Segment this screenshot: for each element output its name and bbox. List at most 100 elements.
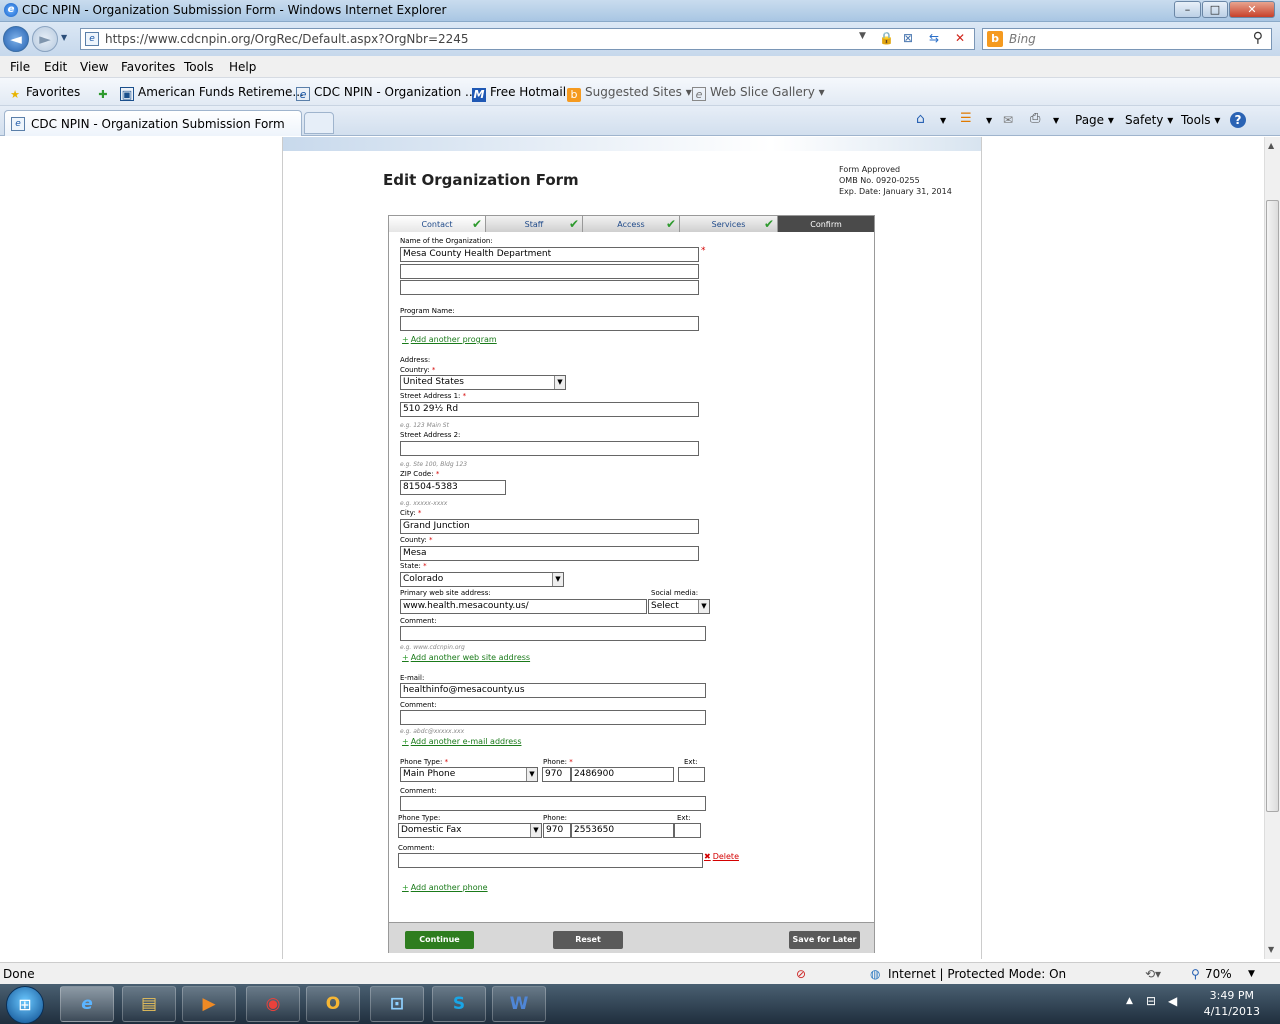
county-input[interactable]: Mesa bbox=[400, 546, 699, 561]
phone1-area-input[interactable]: 970 bbox=[542, 767, 571, 782]
social-media-select[interactable]: Select ▼ bbox=[648, 599, 710, 614]
forward-button[interactable]: ► bbox=[32, 26, 58, 52]
phone2-area-input[interactable]: 970 bbox=[543, 823, 571, 838]
volume-icon[interactable]: ◀ bbox=[1168, 994, 1177, 1008]
phone1-type-select[interactable]: Main Phone ▼ bbox=[400, 767, 538, 782]
phone1-ext-input[interactable] bbox=[678, 767, 705, 782]
menu-favorites[interactable]: Favorites bbox=[121, 60, 175, 74]
org-name-input-3[interactable] bbox=[400, 280, 699, 295]
continue-button[interactable]: Continue bbox=[405, 931, 474, 949]
step-confirm[interactable]: Confirm bbox=[778, 216, 874, 232]
suggested-sites-button[interactable]: b Suggested Sites ▾ bbox=[567, 85, 692, 102]
lock-icon[interactable]: 🔒 bbox=[879, 31, 894, 45]
city-input[interactable]: Grand Junction bbox=[400, 519, 699, 534]
search-icon[interactable]: ⚲ bbox=[1253, 30, 1263, 46]
back-button[interactable]: ◄ bbox=[3, 26, 29, 52]
menu-edit[interactable]: Edit bbox=[44, 60, 67, 74]
phone1-number-input[interactable]: 2486900 bbox=[571, 767, 674, 782]
zoom-level[interactable]: 70% bbox=[1205, 967, 1232, 981]
popup-blocker-icon[interactable]: ⊘ bbox=[796, 967, 806, 981]
new-tab-button[interactable] bbox=[304, 112, 334, 134]
print-dropdown-icon[interactable]: ▼ bbox=[1053, 116, 1059, 125]
taskbar-ie-icon[interactable]: e bbox=[60, 986, 114, 1022]
stop-icon[interactable]: ✕ bbox=[955, 31, 965, 45]
refresh-icon[interactable]: ⇆ bbox=[929, 31, 939, 45]
phone2-ext-input[interactable] bbox=[674, 823, 701, 838]
home-icon[interactable]: ⌂ bbox=[916, 111, 925, 127]
org-name-input-2[interactable] bbox=[400, 264, 699, 279]
favorite-cdc-npin[interactable]: e CDC NPIN - Organization ... bbox=[296, 85, 476, 101]
delete-phone-link[interactable]: ✖ Delete bbox=[704, 852, 739, 861]
compatibility-icon[interactable]: ⊠ bbox=[903, 31, 913, 45]
tools-menu[interactable]: Tools ▾ bbox=[1181, 113, 1220, 127]
rss-dropdown-icon[interactable]: ▼ bbox=[986, 116, 992, 125]
show-hidden-icons-icon[interactable]: ▲ bbox=[1126, 996, 1133, 1006]
maximize-button[interactable]: □ bbox=[1202, 1, 1228, 18]
vertical-scrollbar[interactable]: ▲ ▼ bbox=[1264, 137, 1280, 959]
rss-icon[interactable]: ☰ bbox=[960, 111, 972, 126]
clock[interactable]: 3:49 PM 4/11/2013 bbox=[1204, 988, 1260, 1020]
phone2-number-input[interactable]: 2553650 bbox=[571, 823, 674, 838]
step-services[interactable]: Services ✔ bbox=[680, 216, 778, 232]
phone1-comment-input[interactable] bbox=[400, 796, 706, 811]
street2-input[interactable] bbox=[400, 441, 699, 456]
country-select[interactable]: United States ▼ bbox=[400, 375, 566, 390]
menu-tools[interactable]: Tools bbox=[184, 60, 214, 74]
address-bar[interactable]: e https://www.cdcnpin.org/OrgRec/Default… bbox=[80, 28, 975, 50]
reset-button[interactable]: Reset bbox=[553, 931, 623, 949]
org-name-input-1[interactable]: Mesa County Health Department bbox=[400, 247, 699, 262]
network-icon[interactable]: ⊟ bbox=[1146, 994, 1156, 1008]
add-favorites-icon[interactable]: ✚ bbox=[96, 85, 114, 102]
taskbar-outlook-icon[interactable]: O bbox=[306, 986, 360, 1022]
minimize-button[interactable]: – bbox=[1174, 1, 1201, 18]
help-icon[interactable]: ? bbox=[1230, 112, 1246, 128]
step-staff[interactable]: Staff ✔ bbox=[486, 216, 583, 232]
home-dropdown-icon[interactable]: ▼ bbox=[940, 116, 946, 125]
search-box[interactable]: b Bing ⚲ bbox=[982, 28, 1272, 50]
phone2-type-select[interactable]: Domestic Fax ▼ bbox=[398, 823, 542, 838]
add-program-link[interactable]: + Add another program bbox=[402, 335, 497, 344]
taskbar-skype-icon[interactable]: S bbox=[432, 986, 486, 1022]
favorites-button[interactable]: ★ Favorites bbox=[8, 85, 80, 102]
zip-input[interactable]: 81504-5383 bbox=[400, 480, 506, 495]
favorite-american-funds[interactable]: ▣ American Funds Retireme... bbox=[120, 85, 304, 101]
add-email-link[interactable]: + Add another e-mail address bbox=[402, 737, 521, 746]
taskbar-media-player-icon[interactable]: ▶ bbox=[182, 986, 236, 1022]
save-for-later-button[interactable]: Save for Later bbox=[789, 931, 860, 949]
menu-file[interactable]: File bbox=[10, 60, 30, 74]
menu-help[interactable]: Help bbox=[229, 60, 256, 74]
add-website-link[interactable]: + Add another web site address bbox=[402, 653, 530, 662]
safety-menu[interactable]: Safety ▾ bbox=[1125, 113, 1173, 127]
favorite-free-hotmail[interactable]: M Free Hotmail bbox=[472, 85, 566, 102]
zoom-dropdown-icon[interactable]: ▼ bbox=[1248, 969, 1255, 979]
security-zone-text[interactable]: Internet | Protected Mode: On bbox=[888, 967, 1066, 981]
window-title-bar[interactable]: e CDC NPIN - Organization Submission For… bbox=[0, 0, 1280, 22]
taskbar-explorer-icon[interactable]: ▤ bbox=[122, 986, 176, 1022]
page-menu[interactable]: Page ▾ bbox=[1075, 113, 1114, 127]
email-input[interactable]: healthinfo@mesacounty.us bbox=[400, 683, 706, 698]
step-contact[interactable]: Contact ✔ bbox=[389, 216, 486, 232]
scroll-down-arrow-icon[interactable]: ▼ bbox=[1268, 945, 1274, 954]
taskbar-chrome-icon[interactable]: ◉ bbox=[246, 986, 300, 1022]
website-comment-input[interactable] bbox=[400, 626, 706, 641]
website-input[interactable]: www.health.mesacounty.us/ bbox=[400, 599, 647, 614]
history-dropdown-icon[interactable]: ▼ bbox=[61, 33, 67, 42]
email-comment-input[interactable] bbox=[400, 710, 706, 725]
tab-cdc-npin[interactable]: e CDC NPIN - Organization Submission For… bbox=[4, 110, 302, 136]
add-phone-link[interactable]: + Add another phone bbox=[402, 883, 488, 892]
taskbar-word-icon[interactable]: W bbox=[492, 986, 546, 1022]
step-access[interactable]: Access ✔ bbox=[583, 216, 680, 232]
mail-icon[interactable]: ✉ bbox=[1003, 113, 1013, 127]
scroll-up-arrow-icon[interactable]: ▲ bbox=[1268, 141, 1274, 150]
street1-input[interactable]: 510 29½ Rd bbox=[400, 402, 699, 417]
start-button[interactable]: ⊞ bbox=[6, 986, 44, 1024]
close-window-button[interactable]: ✕ bbox=[1229, 1, 1275, 18]
program-name-input[interactable] bbox=[400, 316, 699, 331]
print-icon[interactable]: ⎙ bbox=[1030, 111, 1040, 126]
phone2-comment-input[interactable] bbox=[398, 853, 703, 868]
taskbar-network-app-icon[interactable]: ⊡ bbox=[370, 986, 424, 1022]
protected-mode-icon[interactable]: ⟲▾ bbox=[1145, 967, 1161, 981]
web-slice-gallery-button[interactable]: e Web Slice Gallery ▾ bbox=[692, 85, 825, 101]
state-select[interactable]: Colorado ▼ bbox=[400, 572, 564, 587]
scrollbar-thumb[interactable] bbox=[1266, 200, 1279, 812]
